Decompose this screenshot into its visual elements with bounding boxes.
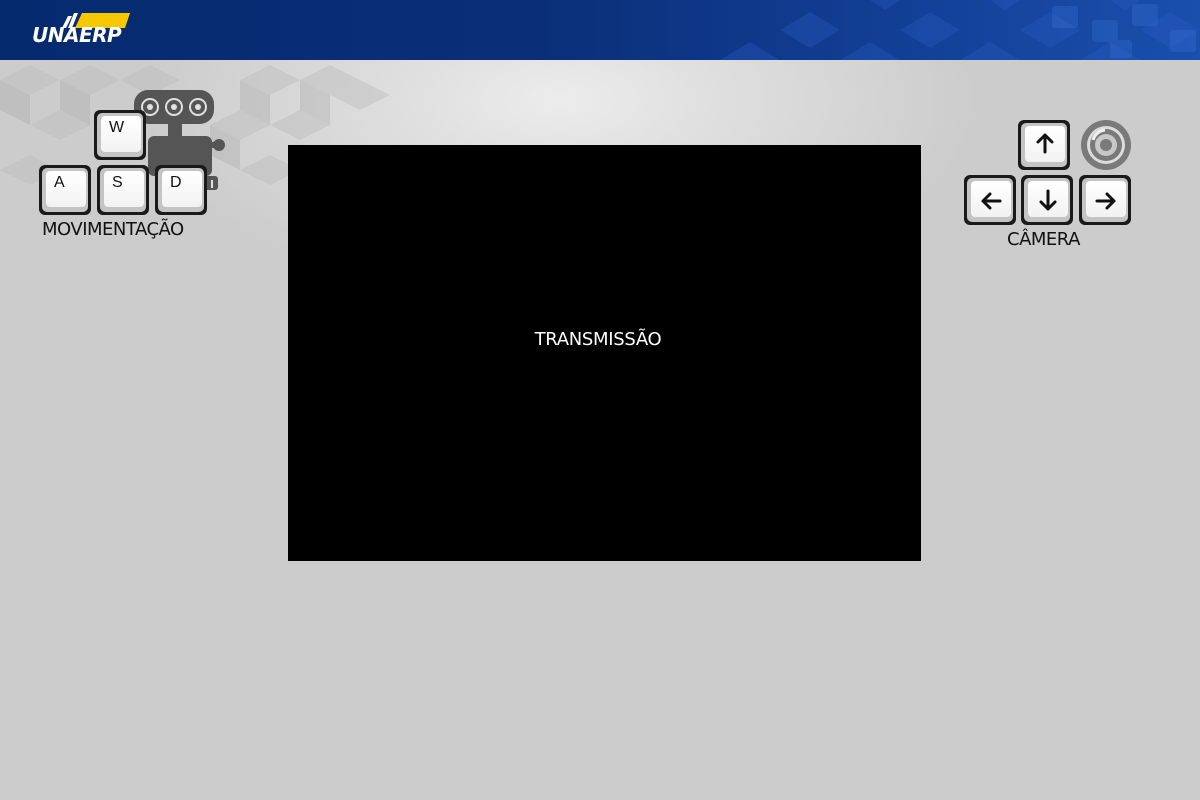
key-s[interactable]: S	[97, 165, 149, 215]
key-a-label: A	[54, 174, 65, 191]
camera-label: CÂMERA	[1007, 229, 1080, 250]
key-s-label: S	[112, 174, 123, 191]
arrow-right-icon	[1095, 192, 1116, 210]
key-w[interactable]: W	[94, 110, 146, 160]
key-w-label: W	[109, 119, 125, 136]
unaerp-logo[interactable]: UNAERP	[30, 10, 134, 48]
key-arrow-up[interactable]	[1018, 120, 1070, 170]
key-arrow-right[interactable]	[1079, 175, 1131, 225]
logo-text: UNAERP	[32, 23, 122, 47]
header-cube-pattern	[720, 0, 1200, 60]
key-d-label: D	[170, 174, 182, 191]
key-d[interactable]: D	[155, 165, 207, 215]
key-a[interactable]: A	[39, 165, 91, 215]
arrow-down-icon	[1039, 189, 1057, 211]
camera-lens-icon	[1081, 120, 1131, 170]
key-arrow-down[interactable]	[1021, 175, 1073, 225]
key-arrow-left[interactable]	[964, 175, 1016, 225]
transmission-panel[interactable]: TRANSMISSÃO	[288, 145, 921, 561]
arrow-up-icon	[1036, 133, 1054, 154]
arrow-left-icon	[981, 192, 1002, 210]
header-bar: UNAERP	[0, 0, 1200, 60]
transmission-label: TRANSMISSÃO	[534, 329, 662, 350]
movement-label: MOVIMENTAÇÃO	[42, 219, 184, 240]
